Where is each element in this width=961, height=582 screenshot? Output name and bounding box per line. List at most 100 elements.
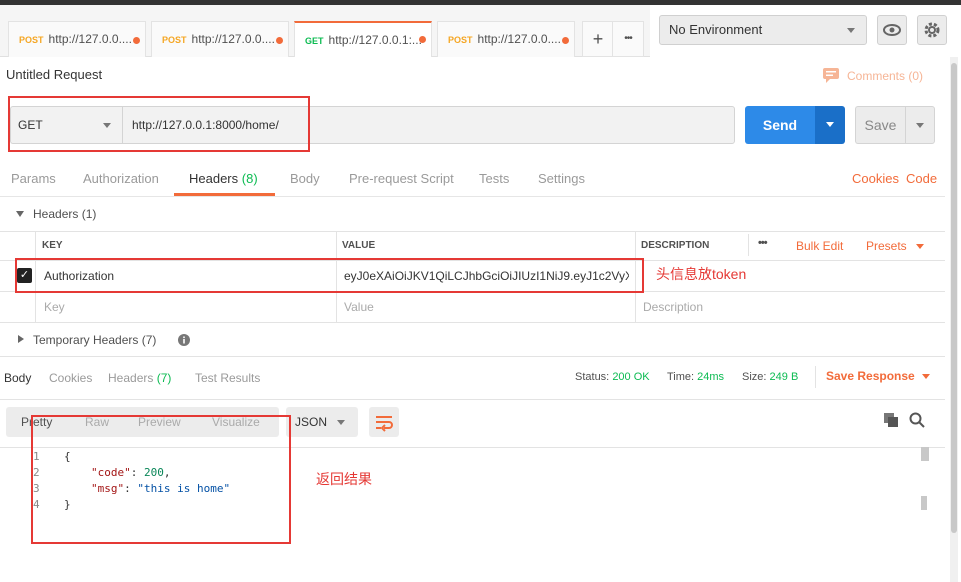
column-divider [748, 234, 749, 256]
chevron-down-icon [922, 374, 930, 379]
environment-quick-look-button[interactable] [877, 15, 907, 45]
save-options-button[interactable] [905, 106, 935, 144]
tab-method: POST [162, 35, 187, 45]
tab-tests[interactable]: Tests [479, 171, 509, 186]
request-tab-4[interactable]: POST http://127.0.0.... [437, 21, 575, 57]
tab-headers[interactable]: Headers (8) [189, 171, 258, 186]
headers-section-label: Headers [33, 207, 79, 221]
request-title[interactable]: Untitled Request [6, 67, 102, 82]
comments-link[interactable]: Comments (0) [847, 69, 923, 83]
tab-options-button[interactable]: ••• [612, 21, 644, 57]
status-value: 200 OK [612, 371, 650, 383]
headers-section-count: (1) [81, 207, 97, 221]
status-divider [815, 366, 816, 388]
annotation-box-url [8, 96, 310, 152]
annotation-result-note: 返回结果 [316, 471, 372, 487]
send-button[interactable]: Send [745, 106, 815, 144]
bulk-edit-link[interactable]: Bulk Edit [796, 239, 843, 253]
presets-label: Presets [866, 239, 907, 253]
tab-headers-label: Headers [189, 171, 239, 186]
tab-url: http://127.0.0.1:... [328, 33, 422, 47]
chevron-down-icon [916, 244, 924, 249]
response-status: Status: 200 OK [575, 371, 650, 383]
code-link[interactable]: Code [906, 171, 937, 186]
tab-url: http://127.0.0.... [191, 32, 275, 46]
annotation-header-note: 头信息放token [656, 266, 747, 282]
save-response-dropdown[interactable]: Save Response [826, 369, 930, 383]
save-response-label: Save Response [826, 369, 915, 383]
chevron-down-icon [847, 28, 855, 33]
tab-method: POST [19, 35, 44, 45]
search-icon[interactable] [909, 412, 925, 428]
tab-url: http://127.0.0.... [48, 32, 132, 46]
temporary-headers-title[interactable]: Temporary Headers (7) [33, 333, 156, 347]
expand-triangle-icon[interactable] [18, 335, 24, 343]
collapse-triangle-icon[interactable] [16, 211, 24, 217]
response-tab-body[interactable]: Body [4, 371, 31, 385]
annotation-box-header [15, 258, 644, 293]
temporary-headers-count: (7) [141, 333, 157, 347]
save-button[interactable]: Save [855, 106, 905, 144]
column-header-description: DESCRIPTION [641, 240, 710, 251]
format-select-value: JSON [295, 415, 328, 429]
chevron-down-icon [337, 420, 345, 425]
editor-scroll-marker [921, 447, 929, 461]
chevron-down-icon [826, 122, 834, 127]
row-divider [0, 322, 945, 323]
response-tab-headers-badge: (7) [156, 371, 172, 385]
tab-method: POST [448, 35, 473, 45]
response-tab-cookies[interactable]: Cookies [49, 371, 92, 385]
wrap-lines-button[interactable] [369, 407, 399, 437]
copy-icon[interactable] [883, 412, 899, 428]
unsaved-dot-icon [133, 37, 140, 44]
presets-dropdown[interactable]: Presets [866, 239, 924, 253]
format-select[interactable]: JSON [286, 407, 358, 437]
gear-icon [924, 22, 940, 38]
column-header-value: VALUE [342, 240, 376, 251]
table-options-button[interactable]: ••• [758, 237, 768, 249]
headers-section-title[interactable]: Headers (1) [33, 207, 96, 221]
size-value: 249 B [769, 371, 799, 383]
unsaved-dot-icon [276, 37, 283, 44]
unsaved-dot-icon [562, 37, 569, 44]
new-description-input[interactable]: Description [643, 300, 703, 314]
info-icon [178, 334, 190, 346]
tabs-divider [0, 196, 945, 197]
eye-icon [883, 24, 901, 36]
environment-select[interactable]: No Environment [659, 15, 867, 45]
tab-authorization[interactable]: Authorization [83, 171, 159, 186]
new-key-input[interactable]: Key [44, 300, 65, 314]
manage-environments-button[interactable] [917, 15, 947, 45]
response-time: Time: 24ms [667, 371, 724, 383]
size-label: Size: [742, 371, 767, 383]
unsaved-dot-icon [419, 36, 426, 43]
status-label: Status: [575, 371, 610, 383]
new-tab-button[interactable]: + [582, 21, 614, 57]
response-tab-headers[interactable]: Headers (7) [108, 371, 171, 385]
response-tab-test-results[interactable]: Test Results [195, 371, 260, 385]
page-scrollbar-thumb[interactable] [951, 63, 957, 533]
chevron-down-icon [916, 123, 924, 128]
send-options-button[interactable] [815, 106, 845, 144]
response-size: Size: 249 B [742, 371, 798, 383]
environment-select-value: No Environment [669, 22, 763, 37]
tab-pre-request-script[interactable]: Pre-request Script [349, 171, 454, 186]
tab-settings[interactable]: Settings [538, 171, 585, 186]
tab-method: GET [305, 36, 324, 46]
request-tab-1[interactable]: POST http://127.0.0.... [8, 21, 146, 57]
tab-body[interactable]: Body [290, 171, 320, 186]
request-tab-2[interactable]: POST http://127.0.0.... [151, 21, 289, 57]
comments-icon [823, 68, 839, 83]
tab-url: http://127.0.0.... [477, 32, 561, 46]
request-tab-3-active[interactable]: GET http://127.0.0.1:... [294, 21, 432, 57]
column-header-key: KEY [42, 240, 63, 251]
response-tab-headers-label: Headers [108, 371, 154, 385]
tab-headers-badge: (8) [241, 171, 258, 186]
new-value-input[interactable]: Value [344, 300, 374, 314]
wrap-lines-icon [376, 416, 393, 432]
temporary-headers-label: Temporary Headers [33, 333, 139, 347]
tab-params[interactable]: Params [11, 171, 56, 186]
cookies-link[interactable]: Cookies [852, 171, 899, 186]
time-label: Time: [667, 371, 695, 383]
editor-scroll-marker [921, 496, 927, 510]
